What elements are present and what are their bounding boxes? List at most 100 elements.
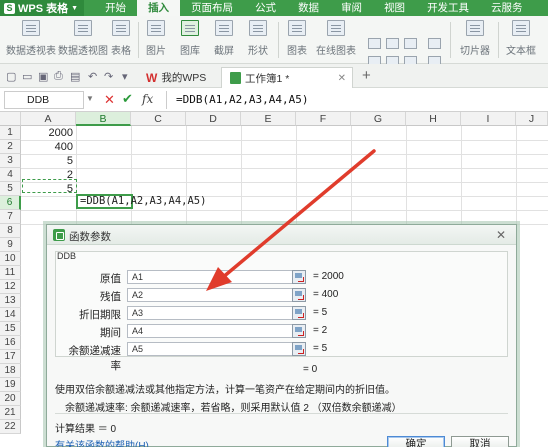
insert-function-icon[interactable]: fx (142, 92, 153, 106)
add-tab-icon[interactable]: + (362, 67, 371, 84)
quick-access-bar: ▢ ▭ ▣ ⎙ ▤ ↶ ↷ ▾ W 我的WPS 工作簿1 * ✕ + (0, 64, 548, 88)
row-header[interactable]: 8 (0, 224, 21, 238)
tab-workbook[interactable]: 工作簿1 * ✕ (221, 67, 353, 88)
column-header[interactable]: B (76, 112, 131, 126)
tab-page-layout[interactable]: 页面布局 (180, 0, 244, 16)
pivot-chart-button[interactable]: 数据透视图 (58, 20, 108, 57)
row-header[interactable]: 3 (0, 154, 21, 168)
ribbon-divider (450, 22, 451, 58)
picture-button[interactable]: 图片 (146, 20, 166, 57)
pie-chart-icon[interactable] (404, 38, 417, 49)
row-header[interactable]: 14 (0, 308, 21, 322)
textbox-button[interactable]: 文本框 (506, 20, 536, 57)
line-chart-icon[interactable] (368, 38, 381, 49)
customize-caret-icon[interactable]: ▾ (122, 70, 128, 83)
row-header[interactable]: 13 (0, 294, 21, 308)
tab-formulas[interactable]: 公式 (244, 0, 287, 16)
confirm-formula-icon[interactable]: ✔ (122, 91, 133, 107)
close-icon[interactable]: ✕ (496, 228, 506, 242)
row-header[interactable]: 20 (0, 392, 21, 406)
tab-cloud[interactable]: 云服务 (480, 0, 534, 16)
bar-chart-icon[interactable] (386, 38, 399, 49)
chart-button[interactable]: 图表 (287, 20, 307, 57)
undo-icon[interactable]: ↶ (88, 70, 97, 83)
select-all-corner[interactable] (0, 112, 21, 126)
row-header[interactable]: 7 (0, 210, 21, 224)
column-header[interactable]: H (406, 112, 461, 126)
save-icon[interactable]: ▣ (38, 70, 48, 83)
online-chart-button[interactable]: 在线图表 (316, 20, 356, 57)
cancel-button[interactable]: 取消 (451, 436, 509, 447)
tab-home[interactable]: 开始 (94, 0, 137, 16)
cell-a2[interactable]: 400 (21, 140, 75, 154)
cell-a3[interactable]: 5 (21, 154, 75, 168)
row-header[interactable]: 12 (0, 280, 21, 294)
cancel-formula-icon[interactable]: ✕ (104, 92, 115, 108)
row-header[interactable]: 9 (0, 238, 21, 252)
column-header[interactable]: D (186, 112, 241, 126)
row-header[interactable]: 22 (0, 420, 21, 434)
row-header[interactable]: 10 (0, 252, 21, 266)
column-header[interactable]: G (351, 112, 406, 126)
gallery-button[interactable]: 图库 (180, 20, 200, 57)
row-header[interactable]: 17 (0, 350, 21, 364)
row-header[interactable]: 4 (0, 168, 21, 182)
row-header[interactable]: 11 (0, 266, 21, 280)
sparkline-icon[interactable] (428, 38, 441, 49)
collapse-dialog-icon[interactable] (292, 342, 306, 356)
online-chart-icon (327, 20, 345, 36)
arg-input-life[interactable]: A3 (127, 306, 297, 320)
tab-review[interactable]: 审阅 (330, 0, 373, 16)
arg-input-cost[interactable]: A1 (127, 270, 297, 284)
open-folder-icon[interactable]: ▭ (22, 70, 32, 83)
row-header[interactable]: 19 (0, 378, 21, 392)
row-header[interactable]: 2 (0, 140, 21, 154)
tab-developer[interactable]: 开发工具 (416, 0, 480, 16)
cell-a1[interactable]: 2000 (21, 126, 75, 140)
tab-insert[interactable]: 插入 (137, 0, 181, 16)
close-tab-icon[interactable]: ✕ (338, 73, 346, 84)
collapse-dialog-icon[interactable] (292, 288, 306, 302)
row-header[interactable]: 16 (0, 336, 21, 350)
ok-button[interactable]: 确定 (387, 436, 445, 447)
shapes-button[interactable]: 形状 (248, 20, 268, 57)
name-box[interactable]: DDB (4, 91, 84, 109)
formula-input[interactable]: =DDB(A1,A2,A3,A4,A5) (176, 93, 308, 106)
screenshot-button[interactable]: 截屏 (214, 20, 234, 57)
print-icon[interactable]: ⎙ (54, 70, 63, 83)
app-menu-button[interactable]: S WPS 表格 ▼ (0, 0, 85, 16)
arg-input-salvage[interactable]: A2 (127, 288, 297, 302)
print-preview-icon[interactable]: ▤ (70, 70, 80, 83)
collapse-dialog-icon[interactable] (292, 270, 306, 284)
column-header[interactable]: J (516, 112, 548, 126)
table-button[interactable]: 表格 (111, 20, 131, 57)
cell-b6-editor[interactable]: =DDB(A1,A2,A3,A4,A5) (80, 195, 206, 207)
arg-input-period[interactable]: A4 (127, 324, 297, 338)
tab-my-wps[interactable]: W 我的WPS (138, 67, 214, 88)
row-header[interactable]: 6 (0, 196, 21, 210)
column-header[interactable]: A (21, 112, 76, 126)
collapse-dialog-icon[interactable] (292, 324, 306, 338)
name-box-dropdown-icon[interactable]: ▼ (86, 94, 94, 103)
redo-icon[interactable]: ↷ (104, 70, 113, 83)
collapse-dialog-icon[interactable] (292, 306, 306, 320)
column-header[interactable]: C (131, 112, 186, 126)
row-header[interactable]: 1 (0, 126, 21, 140)
function-description: 使用双倍余额递减法或其他指定方法，计算一笔资产在给定期间内的折旧值。 (55, 385, 395, 396)
help-link[interactable]: 有关该函数的帮助(H) (55, 437, 149, 447)
arg-input-factor[interactable]: A5 (127, 342, 297, 356)
row-header[interactable]: 15 (0, 322, 21, 336)
row-header[interactable]: 18 (0, 364, 21, 378)
column-header[interactable]: E (241, 112, 296, 126)
tab-data[interactable]: 数据 (287, 0, 330, 16)
argument-description: 余额递减速率: 余额递减速率，若省略，则采用默认值 2 （双倍数余额递减） (65, 403, 402, 414)
row-header[interactable]: 5 (0, 182, 21, 196)
dialog-titlebar[interactable]: 函数参数 ✕ (47, 225, 516, 245)
tab-view[interactable]: 视图 (373, 0, 416, 16)
slicer-button[interactable]: 切片器 (460, 20, 490, 57)
row-header[interactable]: 21 (0, 406, 21, 420)
column-header[interactable]: F (296, 112, 351, 126)
pivot-table-button[interactable]: 数据透视表 (6, 20, 56, 57)
column-header[interactable]: I (461, 112, 516, 126)
new-file-icon[interactable]: ▢ (6, 70, 16, 83)
